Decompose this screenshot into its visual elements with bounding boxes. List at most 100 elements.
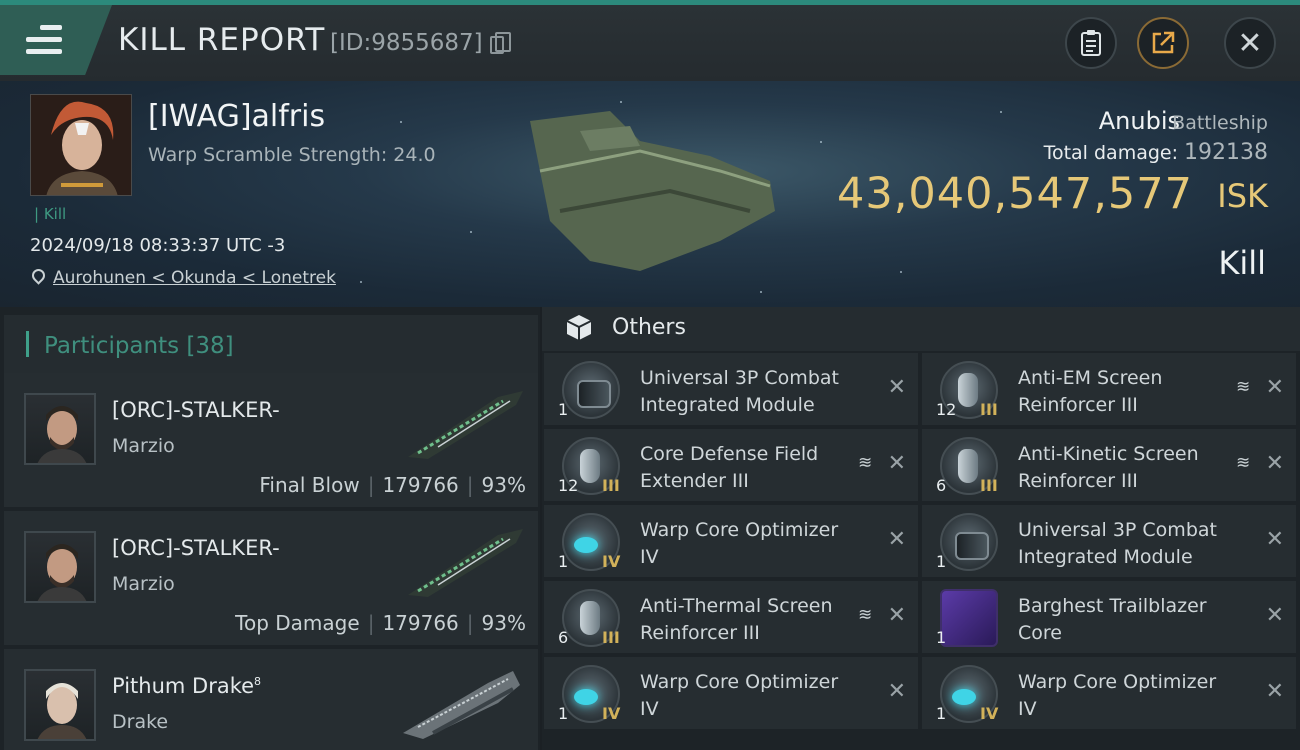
ship-name: Anubis xyxy=(1098,107,1180,135)
participant-row[interactable]: Pithum Drake8 Drake xyxy=(4,649,538,750)
page-title: KILL REPORT xyxy=(118,22,326,58)
others-header: Others xyxy=(542,307,1300,351)
participants-panel: Participants [38] [ORC]-STALKER- Marzio … xyxy=(0,307,540,750)
participant-row[interactable]: [ORC]-STALKER- Marzio Top Damage | 179766 |… xyxy=(4,511,538,645)
participant-name: [ORC]-STALKER- xyxy=(112,398,280,422)
stack-icon[interactable]: ≋ xyxy=(1236,453,1256,473)
item-name: Anti-Thermal Screen Reinforcer III xyxy=(640,595,833,644)
item-name: Barghest Trailblazer Core xyxy=(1018,595,1207,644)
item-row[interactable]: 1 Universal 3P Combat Integrated Module ✕ xyxy=(544,353,918,425)
participant-ship: Marzio xyxy=(112,435,175,457)
participant-name: [ORC]-STALKER- xyxy=(112,536,280,560)
item-remove-icon[interactable]: ✕ xyxy=(1266,375,1284,400)
item-tier: III xyxy=(602,476,620,495)
participant-avatar xyxy=(24,393,96,465)
kill-outcome: Kill xyxy=(1218,244,1266,282)
ship-class: Battleship xyxy=(1172,112,1268,134)
item-row[interactable]: 6 III Anti-Kinetic Screen Reinforcer III ≋ ✕ xyxy=(922,429,1296,501)
item-tier: IV xyxy=(980,704,999,723)
item-row[interactable]: 1 IV Warp Core Optimizer IV ✕ xyxy=(544,505,918,577)
participant-ship-image xyxy=(408,529,523,597)
participant-ship: Marzio xyxy=(112,573,175,595)
kill-timestamp: 2024/09/18 08:33:37 UTC -3 xyxy=(30,235,286,256)
participants-title: Participants [38] xyxy=(44,333,234,359)
kill-tag: | Kill xyxy=(34,205,67,223)
copy-icon[interactable] xyxy=(490,32,511,54)
clipboard-icon xyxy=(1081,30,1101,56)
item-name: Universal 3P Combat Integrated Module xyxy=(640,367,839,416)
victim-name[interactable]: [IWAG]alfris xyxy=(148,99,325,134)
report-id: [ID:9855687] xyxy=(330,30,483,56)
close-button[interactable]: ✕ xyxy=(1224,17,1276,69)
clipboard-button[interactable] xyxy=(1065,17,1117,69)
participant-ship-image xyxy=(408,391,523,459)
item-remove-icon[interactable]: ✕ xyxy=(888,679,906,704)
total-damage-label: Total damage: xyxy=(1043,142,1178,164)
item-name: Anti-EM Screen Reinforcer III xyxy=(1018,367,1163,416)
item-name: Warp Core Optimizer IV xyxy=(640,519,839,568)
victim-ship-image xyxy=(530,111,775,271)
item-name: Warp Core Optimizer IV xyxy=(1018,671,1217,720)
item-tier: III xyxy=(980,400,998,419)
participants-header[interactable]: Participants [38] xyxy=(4,315,538,373)
stack-icon[interactable]: ≋ xyxy=(1236,377,1256,397)
item-remove-icon[interactable]: ✕ xyxy=(888,603,906,628)
item-tier: IV xyxy=(602,552,621,571)
item-row[interactable]: 1 IV Warp Core Optimizer IV ✕ xyxy=(544,657,918,729)
participant-ship-image xyxy=(403,671,520,739)
item-remove-icon[interactable]: ✕ xyxy=(1266,603,1284,628)
item-icon xyxy=(562,361,620,419)
item-quantity: 1 xyxy=(936,704,947,723)
share-icon xyxy=(1152,31,1175,54)
total-damage-value: 192138 xyxy=(1184,140,1268,165)
item-quantity: 1 xyxy=(558,400,569,419)
item-quantity: 1 xyxy=(936,628,947,647)
location-pin-icon xyxy=(29,266,48,285)
item-quantity: 12 xyxy=(558,476,579,495)
item-quantity: 6 xyxy=(936,476,947,495)
participant-avatar xyxy=(24,531,96,603)
item-remove-icon[interactable]: ✕ xyxy=(1266,527,1284,552)
item-icon xyxy=(940,589,998,647)
item-name: Universal 3P Combat Integrated Module xyxy=(1018,519,1217,568)
item-row[interactable]: 6 III Anti-Thermal Screen Reinforcer III ≋ ✕ xyxy=(544,581,918,653)
participant-stats: Final Blow | 179766 | 93% xyxy=(259,473,526,497)
stack-icon[interactable]: ≋ xyxy=(858,453,878,473)
item-row[interactable]: 12 III Anti-EM Screen Reinforcer III ≋ ✕ xyxy=(922,353,1296,425)
participant-avatar xyxy=(24,669,96,741)
warp-scramble-strength: Warp Scramble Strength: 24.0 xyxy=(148,144,436,166)
item-icon xyxy=(940,513,998,571)
item-quantity: 6 xyxy=(558,628,569,647)
item-remove-icon[interactable]: ✕ xyxy=(1266,451,1284,476)
hamburger-menu-icon xyxy=(26,25,62,55)
participant-ship: Drake xyxy=(112,711,169,733)
participant-stats: Top Damage | 179766 | 93% xyxy=(235,611,526,635)
item-remove-icon[interactable]: ✕ xyxy=(888,527,906,552)
item-row[interactable]: 1 Universal 3P Combat Integrated Module ✕ xyxy=(922,505,1296,577)
share-button[interactable] xyxy=(1137,17,1189,69)
item-row[interactable]: 12 III Core Defense Field Extender III ≋ ✕ xyxy=(544,429,918,501)
others-title: Others xyxy=(612,315,686,340)
location-link[interactable]: Aurohunen < Okunda < Lonetrek xyxy=(53,268,336,288)
box-icon xyxy=(566,315,592,340)
isk-unit: ISK xyxy=(1217,177,1268,215)
item-row[interactable]: 1 IV Warp Core Optimizer IV ✕ xyxy=(922,657,1296,729)
item-tier: III xyxy=(980,476,998,495)
item-quantity: 1 xyxy=(558,704,569,723)
isk-value: 43,040,547,577 xyxy=(837,169,1193,219)
item-remove-icon[interactable]: ✕ xyxy=(1266,679,1284,704)
item-quantity: 1 xyxy=(558,552,569,571)
item-remove-icon[interactable]: ✕ xyxy=(888,375,906,400)
victim-banner: [IWAG]alfris Warp Scramble Strength: 24.… xyxy=(0,81,1300,307)
victim-avatar[interactable] xyxy=(30,94,132,196)
participant-name: Pithum Drake8 xyxy=(112,674,262,698)
participant-row[interactable]: [ORC]-STALKER- Marzio Final Blow | 179766 |… xyxy=(4,373,538,507)
item-quantity: 1 xyxy=(936,552,947,571)
item-name: Warp Core Optimizer IV xyxy=(640,671,839,720)
item-row[interactable]: 1 Barghest Trailblazer Core ✕ xyxy=(922,581,1296,653)
close-icon: ✕ xyxy=(1237,25,1263,61)
item-remove-icon[interactable]: ✕ xyxy=(888,451,906,476)
stack-icon[interactable]: ≋ xyxy=(858,605,878,625)
item-tier: III xyxy=(602,628,620,647)
item-quantity: 12 xyxy=(936,400,957,419)
